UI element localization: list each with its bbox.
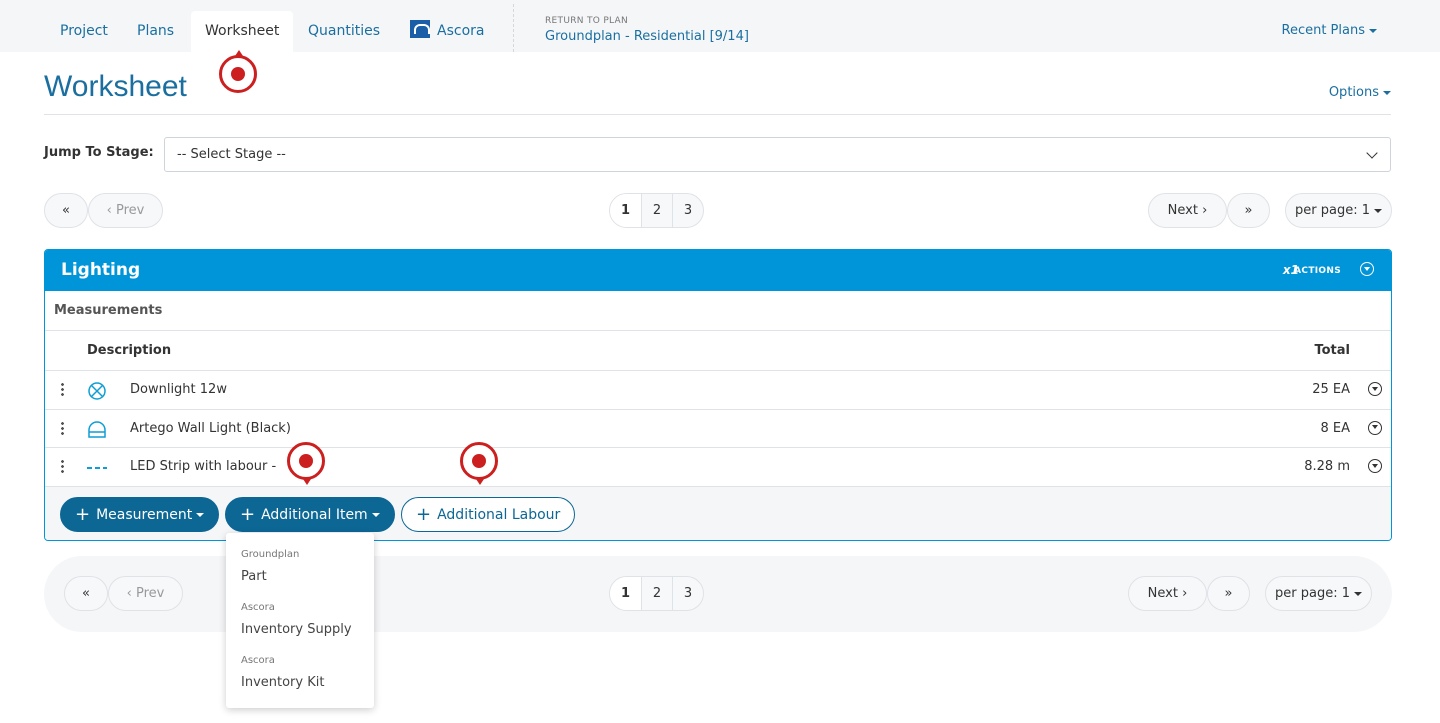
- table-row[interactable]: Artego Wall Light (Black) 8 EA: [45, 410, 1391, 448]
- plus-icon: +: [416, 503, 432, 525]
- page-1-button[interactable]: 1: [610, 194, 641, 227]
- row-description: Artego Wall Light (Black): [130, 420, 291, 436]
- drag-handle-icon[interactable]: [61, 420, 64, 435]
- return-to-plan-link[interactable]: Groundplan - Residential [9/14]: [545, 29, 749, 44]
- first-page-button[interactable]: «: [44, 193, 88, 228]
- circle-chevron-down-icon[interactable]: [1360, 262, 1374, 276]
- marker-pin-icon: [219, 50, 257, 93]
- wall-light-icon: [88, 420, 106, 438]
- recent-plans-label: Recent Plans: [1281, 23, 1366, 38]
- menu-item-inventory-kit[interactable]: Inventory Kit: [241, 675, 324, 690]
- page-numbers: 123: [609, 576, 704, 611]
- col-description: Description: [87, 343, 172, 358]
- stage-select[interactable]: -- Select Stage --: [164, 137, 1391, 172]
- additional-labour-label: Additional Labour: [437, 506, 561, 523]
- next-page-button[interactable]: Next ›: [1148, 193, 1227, 228]
- caret-down-icon: [371, 512, 380, 517]
- circle-chevron-down-icon[interactable]: [1368, 382, 1382, 396]
- row-total: 8 EA: [1320, 420, 1350, 436]
- panel-title: Lighting: [61, 260, 141, 280]
- tab-project[interactable]: Project: [46, 11, 122, 52]
- page-numbers: 123: [609, 193, 704, 228]
- drag-handle-icon[interactable]: [61, 459, 64, 473]
- add-additional-item-button[interactable]: + Additional Item: [225, 496, 395, 532]
- menu-group-label: Ascora: [241, 602, 275, 613]
- lighting-panel: Lighting x1 ACTIONS Measurements Descrip…: [44, 249, 1392, 541]
- options-dropdown[interactable]: Options: [1329, 85, 1391, 100]
- caret-down-icon: [196, 512, 205, 517]
- chevron-down-icon: [1366, 147, 1378, 159]
- menu-item-part[interactable]: Part: [241, 569, 267, 584]
- menu-item-inventory-supply[interactable]: Inventory Supply: [241, 622, 352, 637]
- last-page-button[interactable]: »: [1227, 193, 1270, 228]
- drag-handle-icon[interactable]: [61, 382, 64, 396]
- page-title: Worksheet: [44, 70, 187, 103]
- next-label: Next: [1167, 203, 1198, 218]
- jump-to-stage-label: Jump To Stage:: [44, 145, 154, 160]
- row-description: LED Strip with labour -: [130, 459, 277, 474]
- additional-item-label: Additional Item: [261, 506, 368, 523]
- prev-label: Prev: [115, 203, 145, 218]
- page-2-button[interactable]: 2: [641, 577, 672, 610]
- row-total: 25 EA: [1312, 382, 1350, 397]
- per-page-label: per page: 1: [1295, 203, 1370, 218]
- tab-quantities[interactable]: Quantities: [294, 11, 394, 52]
- caret-down-icon: [1353, 591, 1362, 596]
- add-additional-labour-button[interactable]: + Additional Labour: [401, 496, 576, 532]
- add-measurement-button[interactable]: + Measurement: [60, 496, 220, 532]
- circle-chevron-down-icon[interactable]: [1368, 459, 1382, 473]
- stage-select-value: -- Select Stage --: [177, 147, 286, 162]
- tab-worksheet[interactable]: Worksheet: [191, 11, 294, 52]
- row-total: 8.28 m: [1304, 459, 1350, 474]
- next-label: Next: [1147, 586, 1178, 601]
- next-page-button[interactable]: Next ›: [1128, 576, 1207, 611]
- last-page-button[interactable]: »: [1207, 576, 1250, 611]
- circle-chevron-down-icon[interactable]: [1368, 420, 1382, 435]
- caret-down-icon: [1369, 28, 1377, 33]
- plus-icon: +: [75, 503, 91, 525]
- page-3-button[interactable]: 3: [672, 577, 703, 610]
- table-header: Description Total: [45, 331, 1391, 371]
- nav-divider: [513, 4, 514, 52]
- prev-label: Prev: [135, 586, 165, 601]
- tab-plans[interactable]: Plans: [123, 11, 188, 52]
- page-1-button[interactable]: 1: [610, 577, 641, 610]
- additional-item-menu: Groundplan Part Ascora Inventory Supply …: [226, 533, 374, 708]
- table-row[interactable]: Downlight 12w 25 EA: [45, 371, 1391, 410]
- table-row[interactable]: LED Strip with labour - 8.28 m: [45, 448, 1391, 487]
- marker-pin-icon: [460, 442, 498, 485]
- caret-down-icon: [1383, 90, 1391, 95]
- section-title: Measurements: [45, 291, 1391, 331]
- first-page-button[interactable]: «: [64, 576, 108, 611]
- downlight-icon: [88, 382, 106, 400]
- tab-ascora[interactable]: Ascora: [396, 11, 498, 52]
- page-2-button[interactable]: 2: [641, 194, 672, 227]
- return-to-plan-label: RETURN TO PLAN: [545, 16, 629, 26]
- plus-icon: +: [240, 503, 256, 525]
- page-3-button[interactable]: 3: [672, 194, 703, 227]
- per-page-dropdown[interactable]: per page: 1: [1265, 576, 1372, 611]
- tab-ascora-label: Ascora: [437, 23, 485, 39]
- top-nav: Project Plans Worksheet Quantities Ascor…: [0, 0, 1440, 52]
- col-total: Total: [1314, 343, 1350, 358]
- menu-group-label: Ascora: [241, 655, 275, 666]
- actions-button[interactable]: ACTIONS: [1294, 266, 1341, 276]
- measurement-label: Measurement: [96, 506, 193, 523]
- per-page-label: per page: 1: [1275, 586, 1350, 601]
- ascora-logo-icon: [410, 20, 430, 38]
- options-label: Options: [1328, 85, 1379, 100]
- menu-group-label: Groundplan: [241, 549, 300, 560]
- marker-pin-icon: [287, 442, 325, 485]
- row-description: Downlight 12w: [130, 382, 227, 397]
- panel-header: Lighting x1 ACTIONS: [45, 250, 1391, 291]
- dashed-line-icon: [87, 467, 107, 469]
- recent-plans-dropdown[interactable]: Recent Plans: [1281, 23, 1377, 38]
- per-page-dropdown[interactable]: per page: 1: [1285, 193, 1392, 228]
- prev-page-button[interactable]: ‹ Prev: [108, 576, 183, 611]
- prev-page-button[interactable]: ‹ Prev: [88, 193, 163, 228]
- divider: [44, 114, 1391, 115]
- caret-down-icon: [1373, 208, 1382, 213]
